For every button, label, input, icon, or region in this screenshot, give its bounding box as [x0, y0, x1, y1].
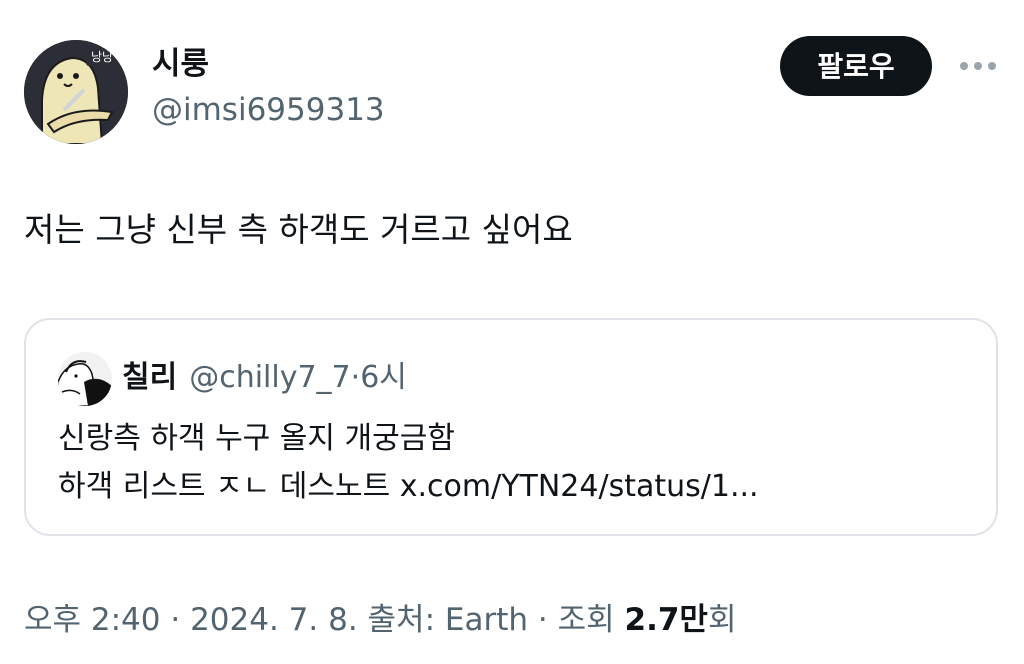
views-suffix: 회: [707, 602, 737, 638]
quote-display-name[interactable]: 칠리: [122, 360, 177, 395]
quote-handle[interactable]: @chilly7_7: [189, 360, 350, 395]
more-horizontal-icon[interactable]: [956, 54, 1000, 78]
source-label: 출처:: [357, 602, 445, 638]
quote-text-line-2: 하객 리스트 ㅈㄴ 데스노트 x.com/YTN24/status/1...: [58, 469, 759, 504]
tweet-meta: 오후 2:40 · 2024. 7. 8. 출처: Earth · 조회 2.7…: [24, 598, 736, 642]
author-display-name[interactable]: 시룽: [152, 44, 209, 84]
quote-time[interactable]: 6시: [360, 360, 407, 395]
quote-author-avatar[interactable]: [58, 352, 112, 406]
author-avatar[interactable]: 낭낭: [24, 40, 128, 144]
meta-separator: ·: [160, 602, 191, 638]
avatar-caption: 낭낭: [91, 50, 113, 64]
tweet-source: Earth: [444, 602, 529, 638]
quote-avatar-illustration: [58, 352, 112, 406]
quote-header: 칠리 @chilly7_7·6시: [122, 358, 407, 398]
meta-separator-2: ·: [528, 602, 558, 638]
quote-tweet-card[interactable]: 칠리 @chilly7_7·6시 신랑측 하객 누구 올지 개궁금함 하객 리스트…: [24, 318, 998, 536]
avatar-illustration: 낭낭: [24, 40, 128, 144]
author-handle[interactable]: @imsi6959313: [152, 90, 385, 130]
tweet-text: 저는 그냥 신부 측 하객도 거르고 싶어요: [24, 210, 573, 249]
tweet-date[interactable]: 2024. 7. 8.: [190, 602, 358, 638]
quote-separator: ·: [350, 360, 361, 395]
views-label: 조회: [557, 602, 625, 638]
follow-button[interactable]: 팔로우: [780, 36, 932, 96]
views-count: 2.7만: [624, 602, 708, 638]
quote-text-line-1: 신랑측 하객 누구 올지 개궁금함: [58, 421, 455, 456]
tweet-time[interactable]: 오후 2:40: [24, 602, 161, 638]
